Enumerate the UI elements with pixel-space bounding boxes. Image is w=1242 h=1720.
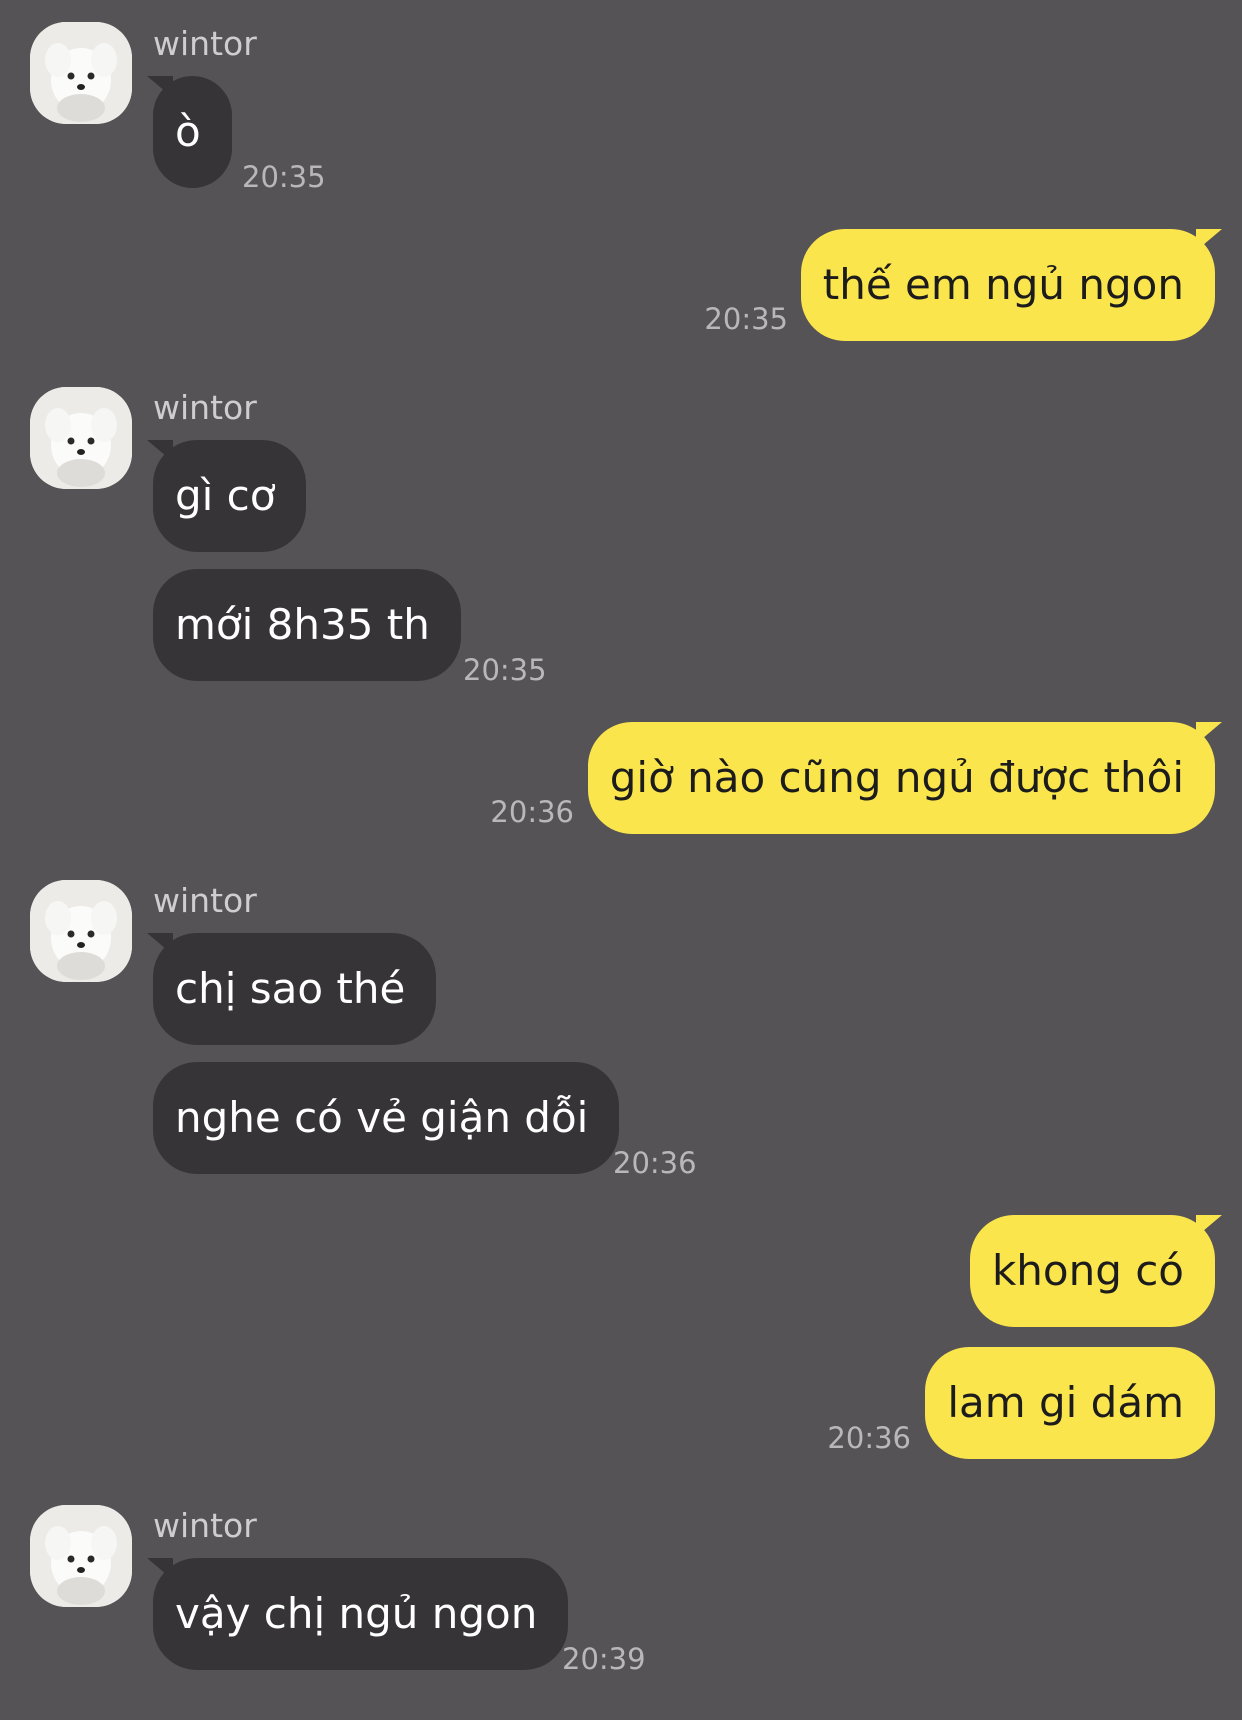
- message-text: vậy chị ngủ ngon: [175, 1589, 538, 1638]
- message-bubble-incoming[interactable]: gì cơ: [147, 440, 307, 552]
- contact-avatar[interactable]: [30, 880, 132, 982]
- message-bubble-outgoing[interactable]: lam gi dám: [925, 1347, 1215, 1459]
- bubble-tail-icon: [147, 440, 173, 462]
- sender-name: wintor: [153, 881, 257, 920]
- bubble-tail-icon: [1196, 229, 1222, 251]
- message-bubble-outgoing[interactable]: thế em ngủ ngon: [800, 229, 1222, 341]
- message-text: mới 8h35 th: [175, 600, 430, 649]
- message-text: thế em ngủ ngon: [822, 260, 1184, 309]
- white-dog-avatar-icon: [30, 22, 132, 124]
- message-timestamp: 20:36: [613, 1146, 697, 1180]
- message-timestamp: 20:39: [562, 1642, 646, 1676]
- message-text: giờ nào cũng ngủ được thôi: [609, 753, 1184, 802]
- message-bubble-outgoing[interactable]: giờ nào cũng ngủ được thôi: [587, 722, 1222, 834]
- bubble-tail-icon: [147, 933, 173, 955]
- white-dog-avatar-icon: [30, 880, 132, 982]
- bubble-tail-icon: [1196, 722, 1222, 744]
- message-bubble-incoming[interactable]: nghe có vẻ giận dỗi: [153, 1062, 620, 1174]
- message-bubble-incoming[interactable]: chị sao thé: [147, 933, 437, 1045]
- bubble-tail-icon: [147, 76, 173, 98]
- message-text: khong có: [991, 1246, 1184, 1295]
- white-dog-avatar-icon: [30, 387, 132, 489]
- message-bubble-outgoing[interactable]: khong có: [969, 1215, 1222, 1327]
- message-text: nghe có vẻ giận dỗi: [175, 1093, 589, 1142]
- message-timestamp: 20:36: [490, 795, 574, 829]
- message-text: chị sao thé: [175, 964, 406, 1013]
- sender-name: wintor: [153, 24, 257, 63]
- white-dog-avatar-icon: [30, 1505, 132, 1607]
- sender-name: wintor: [153, 388, 257, 427]
- contact-avatar[interactable]: [30, 1505, 132, 1607]
- contact-avatar[interactable]: [30, 387, 132, 489]
- message-timestamp: 20:35: [242, 160, 326, 194]
- sender-name: wintor: [153, 1506, 257, 1545]
- message-timestamp: 20:35: [463, 653, 547, 687]
- bubble-tail-icon: [1196, 1215, 1222, 1237]
- contact-avatar[interactable]: [30, 22, 132, 124]
- message-bubble-incoming[interactable]: ò: [147, 76, 232, 188]
- message-timestamp: 20:36: [827, 1421, 911, 1455]
- message-text: lam gi dám: [947, 1378, 1184, 1427]
- message-text: gì cơ: [175, 471, 276, 520]
- bubble-tail-icon: [147, 1558, 173, 1580]
- message-text: ò: [175, 107, 201, 156]
- message-bubble-incoming[interactable]: mới 8h35 th: [153, 569, 461, 681]
- message-bubble-incoming[interactable]: vậy chị ngủ ngon: [147, 1558, 569, 1670]
- message-timestamp: 20:35: [704, 302, 788, 336]
